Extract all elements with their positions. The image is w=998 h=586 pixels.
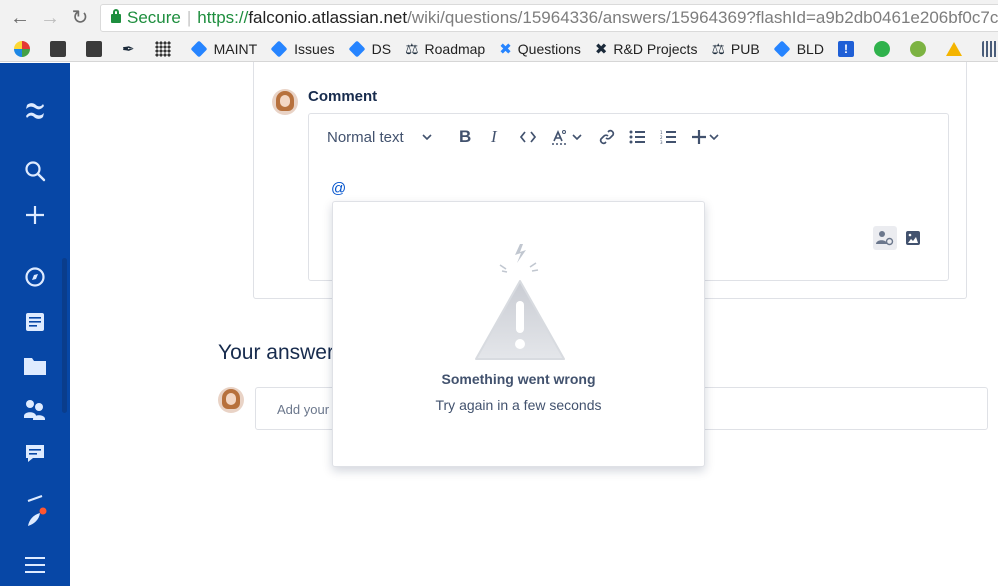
bullet-list-icon (629, 130, 645, 144)
bookmark-dark-2[interactable] (86, 40, 108, 57)
avatar (218, 387, 244, 413)
error-subtitle: Try again in a few seconds (435, 397, 602, 413)
url-host: falconio.atlassian.net (248, 8, 408, 27)
editor-action-icons (873, 226, 925, 250)
image-icon (906, 231, 920, 245)
bookmark-pub[interactable]: ⚖ PUB (711, 40, 759, 58)
bookmark-maint[interactable]: MAINT (190, 40, 257, 57)
people-icon[interactable] (22, 396, 48, 422)
text-formatting-button[interactable] (551, 128, 582, 146)
confluence-figure-icon: ⚖ (711, 40, 725, 58)
menu-hamburger-icon[interactable] (22, 552, 48, 578)
avatar (272, 89, 298, 115)
url-scheme: https:// (197, 8, 249, 27)
mention-user-icon (876, 231, 894, 246)
numbered-list-icon: 123 (660, 130, 676, 144)
exclamation-icon: ! (837, 40, 854, 57)
bookmark-alert[interactable]: ! (837, 40, 860, 57)
link-icon (599, 129, 615, 145)
search-icon[interactable] (22, 158, 48, 184)
google-drive-icon (945, 41, 962, 56)
bookmark-grid[interactable] (154, 40, 177, 57)
folder-icon[interactable] (22, 353, 48, 379)
global-sidebar (0, 63, 70, 586)
bookmark-drive[interactable] (945, 41, 968, 56)
svg-text:3: 3 (660, 140, 663, 144)
bookmarks-bar: ✒ MAINT Issues DS ⚖ Roadmap ✖ Questions ✖ R… (0, 36, 998, 62)
plus-icon (692, 130, 706, 144)
error-title: Something went wrong (441, 371, 596, 387)
dots-grid-icon (154, 40, 171, 57)
code-button[interactable] (520, 128, 536, 146)
text-style-dropdown[interactable]: Normal text (327, 128, 432, 146)
app-icon (86, 40, 102, 57)
bookmark-feather[interactable]: ✒ (122, 40, 141, 58)
bar-chart-icon (981, 40, 998, 57)
bookmark-bars[interactable] (981, 40, 998, 57)
bookmark-green[interactable] (909, 40, 932, 57)
confluence-logo-icon[interactable] (22, 98, 48, 124)
bullet-list-button[interactable] (629, 128, 645, 146)
bookmark-sync[interactable] (873, 40, 896, 57)
bookmark-questions[interactable]: ✖ Questions (499, 40, 581, 58)
feather-icon: ✒ (122, 40, 135, 58)
chevron-down-icon (709, 134, 719, 140)
compass-icon[interactable] (22, 264, 48, 290)
app-icon (909, 40, 926, 57)
address-bar[interactable]: Secure | https://falconio.atlassian.net/wi… (100, 4, 998, 32)
notifications-rocket-icon[interactable] (22, 506, 48, 532)
confluence-figure-icon: ⚖ (405, 40, 419, 58)
recent-pages-icon[interactable] (22, 309, 48, 335)
app-icon (50, 40, 66, 57)
confluence-icon: ✖ (499, 40, 512, 58)
forward-arrow-icon[interactable]: → (38, 6, 62, 30)
chevron-down-icon (422, 134, 432, 140)
bold-button[interactable]: B (459, 127, 471, 146)
jira-icon (270, 40, 288, 57)
insert-menu-button[interactable] (692, 128, 719, 146)
reload-icon[interactable]: ↻ (68, 6, 92, 30)
answer-placeholder: Add your (277, 402, 330, 417)
bookmark-bld[interactable]: BLD (773, 40, 824, 57)
bookmark-issues[interactable]: Issues (270, 40, 335, 57)
chevron-down-icon (572, 134, 582, 140)
secure-label: Secure (127, 8, 181, 27)
comment-label: Comment (308, 88, 378, 105)
jira-icon (348, 40, 366, 57)
bookmark-roadmap[interactable]: ⚖ Roadmap (405, 40, 485, 58)
create-plus-icon[interactable] (22, 202, 48, 228)
back-arrow-icon[interactable]: ← (8, 6, 32, 30)
insert-image-button[interactable] (901, 226, 925, 250)
italic-button[interactable]: I (491, 127, 497, 146)
bookmark-rd-projects[interactable]: ✖ R&D Projects (595, 40, 698, 58)
jira-icon (773, 40, 791, 57)
bookmark-dark-1[interactable] (50, 40, 72, 57)
code-icon (520, 131, 536, 143)
bookmark-colorful[interactable] (14, 40, 36, 57)
your-answer-heading: Your answer (218, 341, 334, 364)
lock-icon (111, 9, 121, 23)
confluence-icon: ✖ (594, 40, 608, 58)
text-format-icon (552, 130, 568, 145)
bookmark-ds[interactable]: DS (348, 40, 391, 57)
link-button[interactable] (599, 128, 615, 146)
mention-error-popup: Something went wrong Try again in a few … (332, 201, 705, 467)
sync-icon (873, 40, 890, 57)
mention-trigger-text: @ (331, 180, 347, 197)
numbered-list-button[interactable]: 123 (660, 128, 676, 146)
sidebar-scrollbar[interactable] (62, 258, 67, 413)
mention-user-button[interactable] (873, 226, 897, 250)
jira-icon (190, 40, 208, 57)
pinwheel-icon (14, 40, 30, 57)
feedback-icon[interactable] (22, 440, 48, 466)
url-path: /wiki/questions/15964336/answers/1596436… (407, 8, 998, 27)
browser-toolbar: ← → ↻ Secure | https://falconio.atlassian.… (0, 0, 998, 36)
address-separator: | (186, 8, 192, 27)
warning-broken-icon (475, 244, 565, 360)
